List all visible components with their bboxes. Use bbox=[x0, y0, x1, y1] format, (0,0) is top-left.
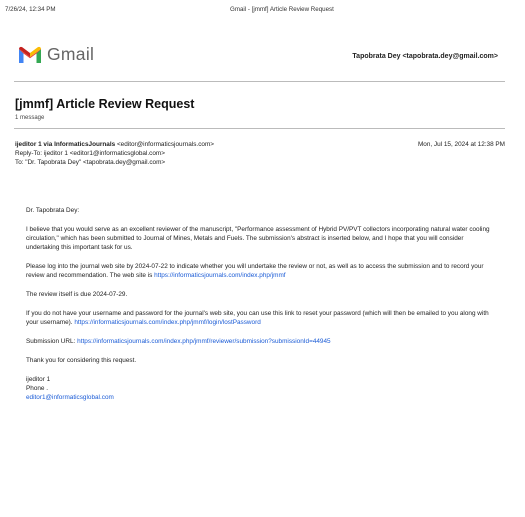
print-title: Gmail - [jmmf] Article Review Request bbox=[230, 6, 334, 13]
signature: ijeditor 1 Phone . editor1@informaticsgl… bbox=[26, 375, 498, 403]
to-line: To: "Dr. Tapobrata Dey" <tapobrata.dey@g… bbox=[15, 159, 166, 167]
divider bbox=[14, 128, 505, 129]
divider bbox=[14, 81, 505, 82]
signature-name: ijeditor 1 bbox=[26, 375, 51, 383]
paragraph-request: I believe that you would serve as an exc… bbox=[26, 225, 490, 252]
submission-label: Submission URL: bbox=[26, 338, 78, 346]
lost-password-link[interactable]: https://informaticsjournals.com/index.ph… bbox=[74, 319, 260, 326]
gmail-header: Gmail Tapobrata Dey <tapobrata.dey@gmail… bbox=[18, 44, 508, 74]
sender-email: <editor@informaticsjournals.com> bbox=[116, 141, 214, 148]
paragraph-login: Please log into the journal web site by … bbox=[26, 262, 498, 281]
journal-link[interactable]: https://informaticsjournals.com/index.ph… bbox=[154, 272, 285, 279]
print-datetime: 7/26/24, 12:34 PM bbox=[5, 6, 56, 13]
paragraph-password: If you do not have your username and pas… bbox=[26, 309, 498, 328]
greeting: Dr. Tapobrata Dey: bbox=[26, 207, 80, 214]
gmail-wordmark: Gmail bbox=[47, 44, 95, 64]
signature-phone: Phone . bbox=[26, 385, 49, 393]
email-date: Mon, Jul 15, 2024 at 12:38 PM bbox=[417, 141, 505, 148]
submission-link[interactable]: https://informaticsjournals.com/index.ph… bbox=[77, 338, 330, 345]
message-count: 1 message bbox=[15, 115, 45, 121]
signature-email-link[interactable]: editor1@informaticsglobal.com bbox=[26, 393, 498, 402]
email-subject: [jmmf] Article Review Request bbox=[15, 97, 195, 111]
paragraph-due: The review itself is due 2024-07-29. bbox=[26, 291, 128, 299]
sender-name: ijeditor 1 via InformaticsJournals bbox=[15, 141, 116, 148]
account-identity: Tapobrata Dey <tapobrata.dey@gmail.com> bbox=[352, 53, 498, 60]
gmail-logo-icon bbox=[19, 46, 41, 63]
email-header: ijeditor 1 via InformaticsJournals <edit… bbox=[15, 140, 505, 168]
paragraph-thanks: Thank you for considering this request. bbox=[26, 356, 137, 364]
email-body: Dr. Tapobrata Dey: I believe that you wo… bbox=[26, 206, 498, 403]
reply-to-line: Reply-To: ijeditor 1 <editor1@informatic… bbox=[15, 150, 165, 158]
paragraph-submission: Submission URL: https://informaticsjourn… bbox=[26, 337, 498, 346]
